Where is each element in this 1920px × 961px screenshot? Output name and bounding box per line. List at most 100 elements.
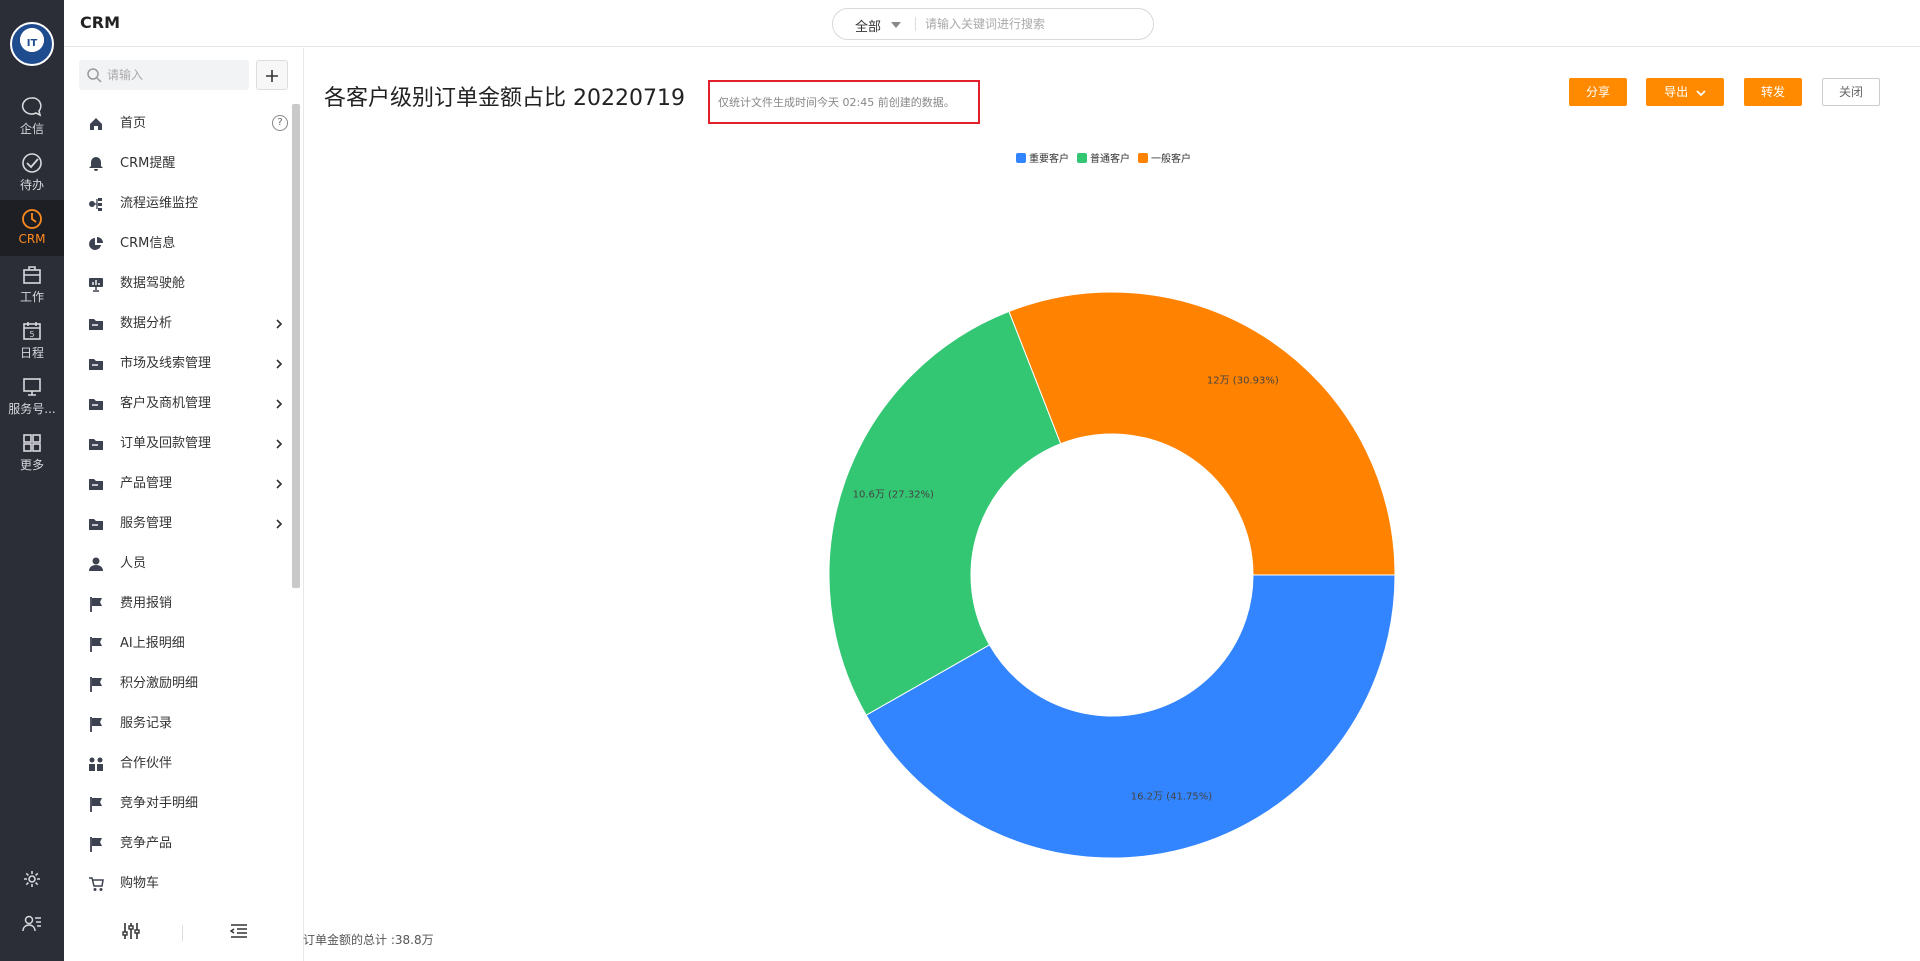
company-logo[interactable]: IT <box>10 22 54 66</box>
rail-item-more[interactable]: 更多 <box>0 424 64 480</box>
caret-down-icon[interactable] <box>891 22 901 28</box>
flag-icon <box>90 717 102 732</box>
donut-slice[interactable] <box>1008 291 1396 576</box>
rail-label: 工作 <box>19 290 44 304</box>
sidebar: 首页? CRM提醒流程运维监控 CRM信息数据驾驶舱数据分析市场及线索管理客户及商机… <box>64 48 304 961</box>
slice-data-label: 10.6万 (27.32%) <box>853 490 934 501</box>
top-bar: CRM 全部 <box>64 0 1920 47</box>
settings-button[interactable] <box>0 861 64 897</box>
sidebar-item[interactable]: 合作伙伴 <box>64 744 292 784</box>
logo-text: IT <box>26 38 38 49</box>
sidebar-item-label: AI上报明细 <box>120 636 185 651</box>
chevron-right-icon <box>276 359 283 369</box>
sidebar-item[interactable]: 订单及回款管理 <box>64 424 292 464</box>
slice-data-label: 12万 (30.93%) <box>1207 375 1279 386</box>
chevron-right-icon <box>276 439 283 449</box>
sidebar-item[interactable]: CRM提醒 <box>64 144 292 184</box>
chevron-right-icon <box>276 319 283 329</box>
donut-chart: 16.2万 (41.75%) 10.6万 (27.32%) 12万 (30.93%) <box>828 291 1396 859</box>
briefcase-icon <box>23 266 41 284</box>
rail-label: 更多 <box>19 458 44 472</box>
rail-item-schedule[interactable]: 5 日程 <box>0 312 64 368</box>
flag-icon <box>90 797 102 812</box>
sidebar-item-label: 竞争产品 <box>120 836 173 851</box>
rail-label: 日程 <box>19 346 44 360</box>
sidebar-item-label: 数据分析 <box>120 316 173 331</box>
flag-icon <box>90 837 102 852</box>
sidebar-item-label: CRM信息 <box>120 236 176 251</box>
flag-icon <box>90 637 102 652</box>
sidebar-item-label: 服务记录 <box>120 716 173 731</box>
sidebar-item[interactable]: 产品管理 <box>64 464 292 504</box>
chevron-right-icon <box>276 519 283 529</box>
rail-label: 服务号... <box>8 402 56 416</box>
rail-label: CRM <box>18 232 46 246</box>
rail-item-todo[interactable]: 待办 <box>0 144 64 200</box>
sidebar-item[interactable]: 服务管理 <box>64 504 292 544</box>
add-menu-button[interactable] <box>256 60 288 90</box>
sidebar-item[interactable]: 积分激励明细 <box>64 664 292 704</box>
order-total: 订单金额的总计 :38.8万 <box>303 933 434 947</box>
flag-icon <box>90 597 102 612</box>
dashboard-icon <box>89 278 103 292</box>
sidebar-item-label: 产品管理 <box>120 476 173 491</box>
menu-settings-button[interactable] <box>120 920 146 946</box>
flow-icon <box>89 198 102 211</box>
clock-icon <box>22 209 42 229</box>
sidebar-item[interactable]: 首页? <box>64 104 292 144</box>
sidebar-item-label: 市场及线索管理 <box>120 356 212 371</box>
chevron-right-icon <box>276 399 283 409</box>
sidebar-item-label: 竞争对手明细 <box>120 796 199 811</box>
plus-icon <box>266 70 278 82</box>
rail-item-crm[interactable]: CRM <box>0 200 64 256</box>
search-scope-select[interactable]: 全部 <box>855 16 881 35</box>
sidebar-scrollbar[interactable] <box>292 104 300 588</box>
sidebar-item[interactable]: 数据驾驶舱 <box>64 264 292 304</box>
profile-button[interactable] <box>0 905 64 941</box>
donut-slice[interactable] <box>828 310 1062 716</box>
sidebar-item[interactable]: 服务记录 <box>64 704 292 744</box>
search-icon <box>87 68 102 83</box>
chevron-right-icon <box>276 479 283 489</box>
folder-icon <box>89 519 103 530</box>
svg-text:5: 5 <box>29 330 34 339</box>
calendar-icon: 5 <box>23 322 41 340</box>
sidebar-item[interactable]: 客户及商机管理 <box>64 384 292 424</box>
sidebar-item[interactable]: 数据分析 <box>64 304 292 344</box>
rail-item-work[interactable]: 工作 <box>0 256 64 312</box>
rail-item-qixin[interactable]: 企信 <box>0 88 64 144</box>
sidebar-item[interactable]: 竞争对手明细 <box>64 784 292 824</box>
home-icon <box>90 118 102 130</box>
sidebar-item-label: 人员 <box>120 556 147 571</box>
app-title: CRM <box>80 13 120 32</box>
sidebar-item-label: 购物车 <box>120 876 160 891</box>
sidebar-item-label: 订单及回款管理 <box>120 436 212 451</box>
folder-icon <box>89 359 103 370</box>
sidebar-item-label: 服务管理 <box>120 516 173 531</box>
rail-label: 企信 <box>19 122 44 136</box>
sidebar-item[interactable]: 购物车 <box>64 864 292 904</box>
sliders-icon <box>122 923 140 939</box>
cart-icon <box>89 877 104 891</box>
pie-icon <box>89 237 103 250</box>
folder-icon <box>89 479 103 490</box>
sidebar-item[interactable]: 费用报销 <box>64 584 292 624</box>
sidebar-item[interactable]: CRM信息 <box>64 224 292 264</box>
grid-icon <box>23 434 41 452</box>
sidebar-item[interactable]: 流程运维监控 <box>64 184 292 224</box>
monitor-icon <box>23 378 41 396</box>
sidebar-item[interactable]: 竞争产品 <box>64 824 292 864</box>
gear-icon <box>24 871 40 887</box>
search-input[interactable] <box>925 15 1145 33</box>
check-circle-icon <box>22 153 42 173</box>
collapse-sidebar-button[interactable] <box>228 920 254 946</box>
sidebar-item[interactable]: 人员 <box>64 544 292 584</box>
left-rail: IT 企信 待办 CRM 工作 5 日程 服务号... 更多 <box>0 0 64 961</box>
sidebar-item-label: 流程运维监控 <box>120 196 199 211</box>
sidebar-search <box>79 60 249 90</box>
sidebar-item[interactable]: 市场及线索管理 <box>64 344 292 384</box>
help-icon[interactable]: ? <box>272 115 288 131</box>
rail-item-service[interactable]: 服务号... <box>0 368 64 424</box>
sidebar-item[interactable]: AI上报明细 <box>64 624 292 664</box>
sidebar-search-input[interactable] <box>107 66 237 84</box>
